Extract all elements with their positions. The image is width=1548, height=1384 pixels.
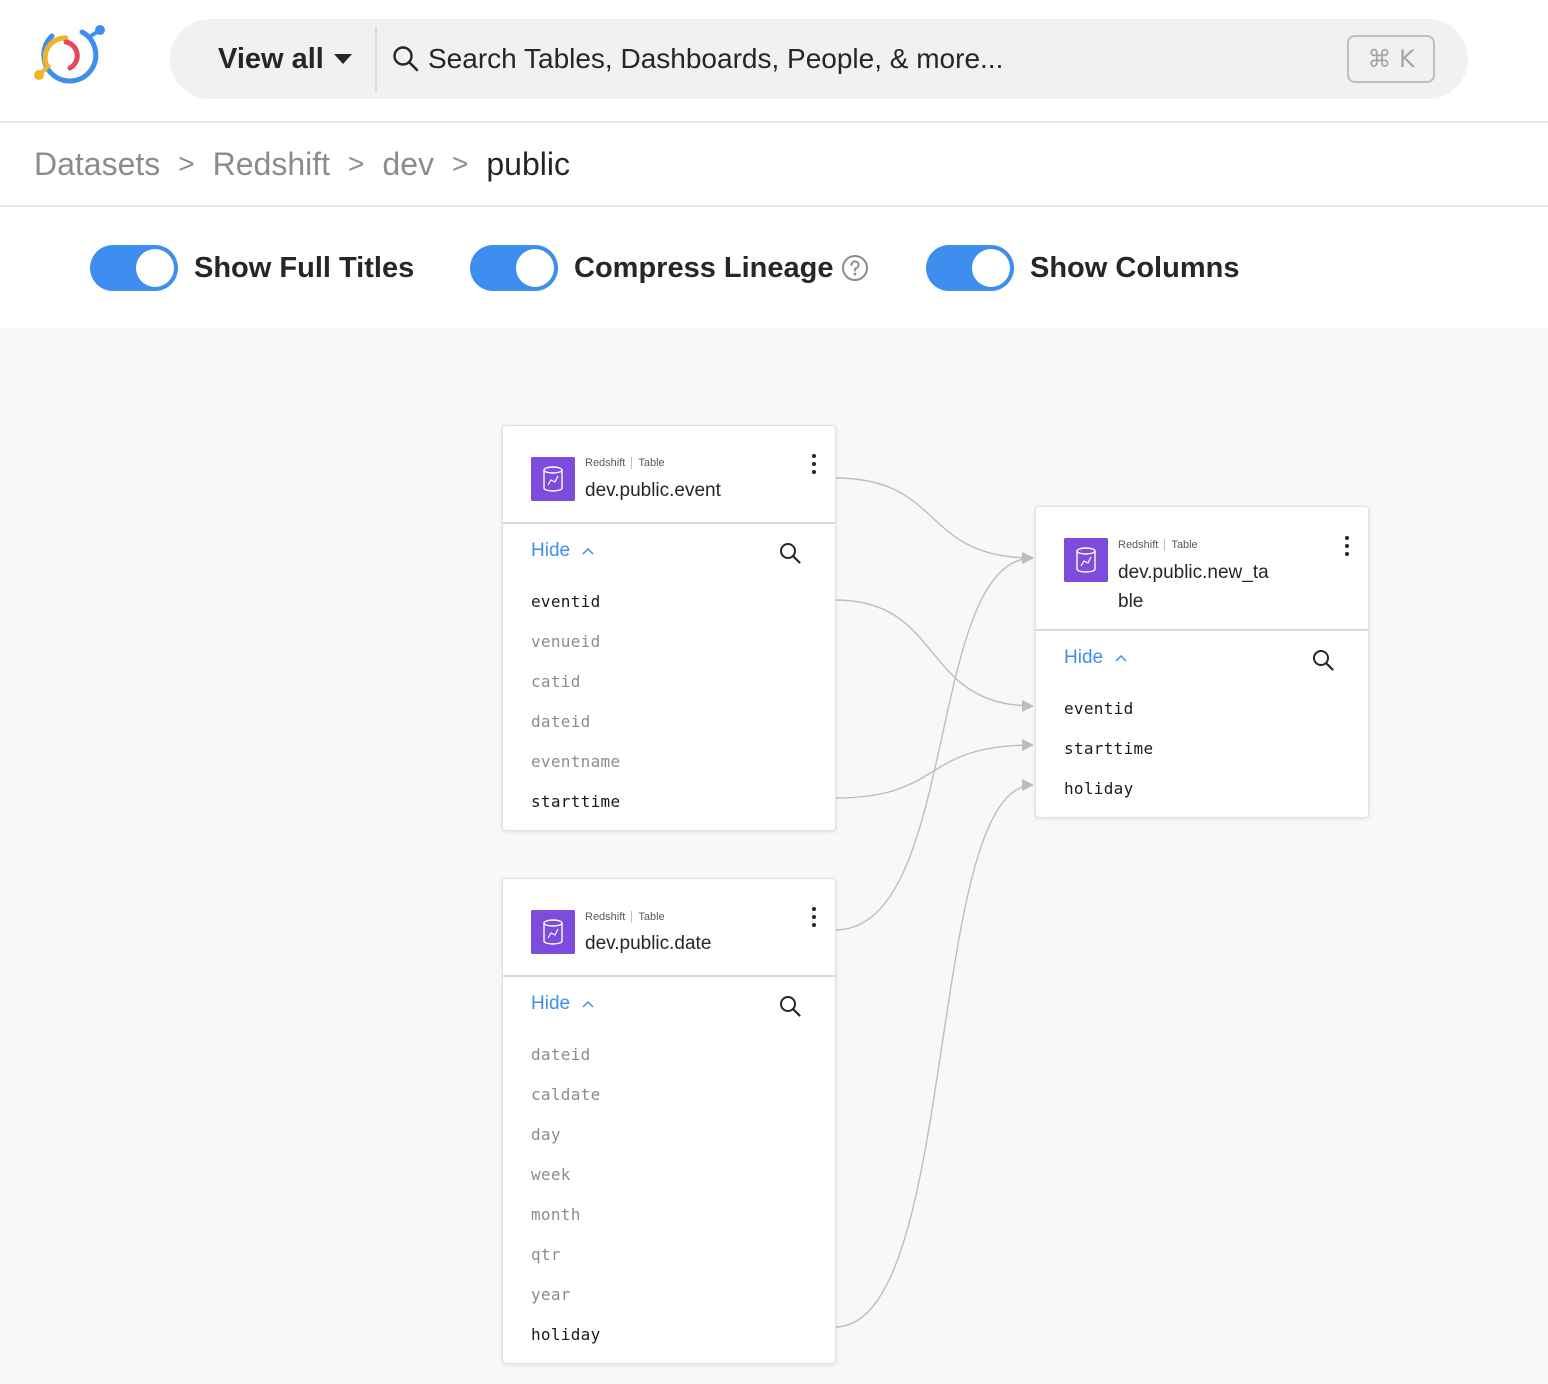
top-header: View all ⌘ K <box>0 0 1548 123</box>
breadcrumb-separator: > <box>451 148 469 179</box>
node-meta: Redshift Table <box>1118 539 1198 551</box>
hide-label: Hide <box>1064 647 1104 668</box>
column-row[interactable]: day <box>503 1115 835 1155</box>
breadcrumb: Datasets > Redshift > dev > public <box>0 123 1548 207</box>
column-row[interactable]: holiday <box>503 1315 835 1355</box>
more-options-icon[interactable] <box>809 454 819 480</box>
node-header: Redshift Table dev.public.event <box>503 426 835 524</box>
column-list: eventid starttime holiday <box>1036 689 1368 817</box>
column-row[interactable]: venueid <box>503 622 835 662</box>
column-search-icon[interactable] <box>1312 649 1334 671</box>
toggle-compress-lineage: Compress Lineage <box>470 245 869 291</box>
node-header: Redshift Table dev.public.date <box>503 879 835 977</box>
node-title-line: dev.public.new_ta <box>1118 562 1269 583</box>
lineage-node-event[interactable]: Redshift Table dev.public.event Hide eve… <box>502 425 836 831</box>
show-columns-switch[interactable] <box>926 245 1014 291</box>
hide-label: Hide <box>531 540 571 561</box>
column-row[interactable]: caldate <box>503 1075 835 1115</box>
column-row[interactable]: starttime <box>503 782 835 822</box>
show-full-titles-switch[interactable] <box>90 245 178 291</box>
search-input[interactable] <box>428 35 1328 83</box>
column-row[interactable]: starttime <box>1036 729 1368 769</box>
platform-label: Redshift <box>585 911 626 923</box>
more-options-icon[interactable] <box>809 907 819 933</box>
node-title[interactable]: dev.public.event <box>585 476 721 505</box>
compress-lineage-label: Compress Lineage <box>574 251 834 284</box>
column-controls: Hide <box>503 977 835 1035</box>
hide-label: Hide <box>531 993 571 1014</box>
platform-label: Redshift <box>1118 539 1159 551</box>
hide-columns-button[interactable]: Hide <box>1064 647 1127 669</box>
hide-columns-button[interactable]: Hide <box>531 540 594 562</box>
node-title-line: ble <box>1118 591 1144 612</box>
column-list: dateid caldate day week month qtr year h… <box>503 1035 835 1363</box>
column-search-icon[interactable] <box>779 995 801 1017</box>
node-title[interactable]: dev.public.date <box>585 929 711 958</box>
node-meta: Redshift Table <box>585 911 665 923</box>
search-icon <box>393 46 419 72</box>
breadcrumb-public: public <box>486 145 570 182</box>
chevron-up-icon <box>582 547 594 555</box>
column-controls: Hide <box>1036 631 1368 689</box>
column-row[interactable]: dateid <box>503 1035 835 1075</box>
more-options-icon[interactable] <box>1342 536 1352 562</box>
platform-label: Redshift <box>585 457 626 469</box>
entity-type-label: Table <box>1171 539 1198 551</box>
column-row[interactable]: dateid <box>503 702 835 742</box>
node-meta: Redshift Table <box>585 457 665 469</box>
node-title[interactable]: dev.public.new_ta ble <box>1118 558 1269 616</box>
column-row[interactable]: year <box>503 1275 835 1315</box>
column-row[interactable]: week <box>503 1155 835 1195</box>
lineage-node-date[interactable]: Redshift Table dev.public.date Hide date… <box>502 878 836 1364</box>
lineage-options: Show Full Titles Compress Lineage Show C… <box>0 209 1548 328</box>
column-row[interactable]: qtr <box>503 1235 835 1275</box>
chevron-up-icon <box>582 1000 594 1008</box>
entity-type-label: Table <box>638 911 665 923</box>
divider <box>375 27 377 91</box>
breadcrumb-dev[interactable]: dev <box>382 146 434 183</box>
column-row[interactable]: eventid <box>503 582 835 622</box>
database-icon <box>531 910 575 954</box>
search-bar: View all ⌘ K <box>170 19 1468 99</box>
view-all-label: View all <box>218 42 324 75</box>
lineage-node-new-table[interactable]: Redshift Table dev.public.new_ta ble Hid… <box>1035 506 1369 818</box>
column-controls: Hide <box>503 524 835 582</box>
breadcrumb-separator: > <box>348 148 365 179</box>
database-icon <box>1064 538 1108 582</box>
column-row[interactable]: eventid <box>1036 689 1368 729</box>
breadcrumb-datasets[interactable]: Datasets <box>34 146 160 183</box>
column-search-icon[interactable] <box>779 542 801 564</box>
app-logo[interactable] <box>30 20 112 92</box>
toggle-show-full-titles: Show Full Titles <box>90 245 414 291</box>
database-icon <box>531 457 575 501</box>
column-row[interactable]: eventname <box>503 742 835 782</box>
toggle-show-columns: Show Columns <box>926 245 1239 291</box>
question-circle-icon[interactable] <box>841 254 869 282</box>
entity-type-label: Table <box>638 457 665 469</box>
column-row[interactable]: month <box>503 1195 835 1235</box>
node-header: Redshift Table dev.public.new_ta ble <box>1036 507 1368 631</box>
hide-columns-button[interactable]: Hide <box>531 993 594 1015</box>
breadcrumb-separator: > <box>178 148 195 179</box>
compress-lineage-switch[interactable] <box>470 245 558 291</box>
column-row[interactable]: holiday <box>1036 769 1368 809</box>
show-full-titles-label: Show Full Titles <box>194 251 415 284</box>
column-row[interactable]: catid <box>503 662 835 702</box>
chevron-up-icon <box>1115 654 1127 662</box>
breadcrumb-redshift[interactable]: Redshift <box>213 146 330 183</box>
keyboard-shortcut-badge: ⌘ K <box>1347 35 1435 83</box>
column-list: eventid venueid catid dateid eventname s… <box>503 582 835 830</box>
show-columns-label: Show Columns <box>1030 251 1240 284</box>
caret-down-icon <box>333 54 352 64</box>
view-all-dropdown[interactable]: View all <box>218 19 352 99</box>
